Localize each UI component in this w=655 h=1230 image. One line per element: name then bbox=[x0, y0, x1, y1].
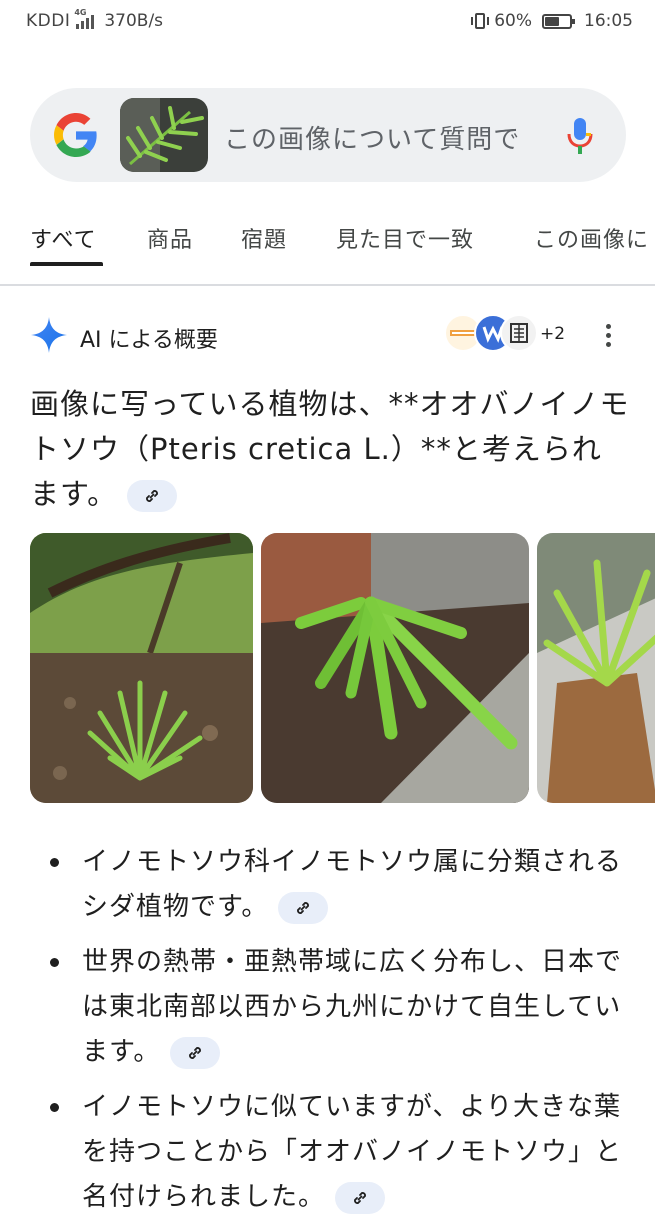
bullet-link-chip[interactable] bbox=[278, 891, 329, 924]
list-item: 世界の熱帯・亜熱帯域に広く分布し、日本では東北南部以西から九州にかけて自生してい… bbox=[30, 940, 630, 1075]
bullet-dot bbox=[50, 858, 59, 867]
search-bar[interactable]: この画像について質問で bbox=[30, 88, 626, 182]
status-right: 60% 16:05 bbox=[471, 11, 633, 31]
carrier-label: KDDI bbox=[26, 11, 71, 31]
bullet-link-chip[interactable] bbox=[335, 1181, 386, 1214]
status-left: KDDI 4G 370B/s bbox=[26, 8, 164, 31]
tab-about-image[interactable]: この画像に bbox=[534, 222, 649, 254]
sources-more-count[interactable]: +2 bbox=[540, 324, 565, 344]
fern-image-3[interactable] bbox=[537, 533, 655, 803]
network-speed: 370B/s bbox=[104, 11, 164, 31]
list-item: イノモトソウ科イノモトソウ属に分類されるシダ植物です。 bbox=[30, 840, 630, 930]
bullet-dot bbox=[50, 1103, 59, 1112]
link-icon bbox=[189, 1046, 202, 1059]
mic-icon[interactable] bbox=[566, 116, 594, 156]
fern-image-2[interactable] bbox=[261, 533, 529, 803]
ai-sparkle-icon bbox=[31, 317, 67, 353]
bullet-link-chip[interactable] bbox=[170, 1036, 221, 1069]
tab-all[interactable]: すべて bbox=[30, 222, 97, 254]
source-favicons[interactable] bbox=[444, 314, 540, 354]
battery-fill bbox=[545, 16, 560, 26]
headline-text: 画像に写っている植物は、**オオバノイノモトソウ（Pteris cretica … bbox=[30, 387, 630, 511]
headline-link-chip[interactable] bbox=[127, 480, 178, 512]
clock: 16:05 bbox=[584, 11, 633, 31]
active-tab-indicator bbox=[30, 262, 103, 266]
search-input[interactable]: この画像について質問で bbox=[224, 119, 524, 156]
tab-visual-matches[interactable]: 見た目で一致 bbox=[336, 222, 474, 254]
battery-percent: 60% bbox=[494, 11, 532, 31]
signal-icon: 4G bbox=[74, 8, 95, 29]
bullet-text: イノモトソウ科イノモトソウ属に分類されるシダ植物です。 bbox=[82, 847, 623, 922]
tab-homework[interactable]: 宿題 bbox=[241, 222, 287, 254]
vibrate-icon bbox=[471, 13, 490, 29]
source-favicon-3[interactable] bbox=[500, 314, 538, 352]
tabs-divider bbox=[0, 284, 655, 286]
status-bar: KDDI 4G 370B/s 60% 16:05 bbox=[0, 0, 655, 46]
ai-overview-title: AI による概要 bbox=[80, 328, 218, 353]
google-g-logo[interactable] bbox=[54, 113, 98, 157]
more-options-icon[interactable] bbox=[596, 320, 620, 352]
link-icon bbox=[354, 1191, 366, 1204]
link-icon bbox=[297, 901, 310, 914]
link-icon bbox=[146, 490, 159, 502]
bullet-text: 世界の熱帯・亜熱帯域に広く分布し、日本では東北南部以西から九州にかけて自生してい… bbox=[82, 947, 623, 1067]
ai-overview-headline: 画像に写っている植物は、**オオバノイノモトソウ（Pteris cretica … bbox=[30, 382, 630, 517]
query-image-thumbnail[interactable] bbox=[120, 98, 208, 172]
image-carousel[interactable] bbox=[30, 533, 655, 803]
bullet-dot bbox=[50, 958, 59, 967]
ai-overview-bullets: イノモトソウ科イノモトソウ属に分類されるシダ植物です。 世界の熱帯・亜熱帯域に広… bbox=[30, 840, 630, 1230]
fern-image-1[interactable] bbox=[30, 533, 253, 803]
battery-icon bbox=[542, 13, 575, 29]
tab-products[interactable]: 商品 bbox=[147, 222, 193, 254]
network-type: 4G bbox=[74, 8, 87, 17]
